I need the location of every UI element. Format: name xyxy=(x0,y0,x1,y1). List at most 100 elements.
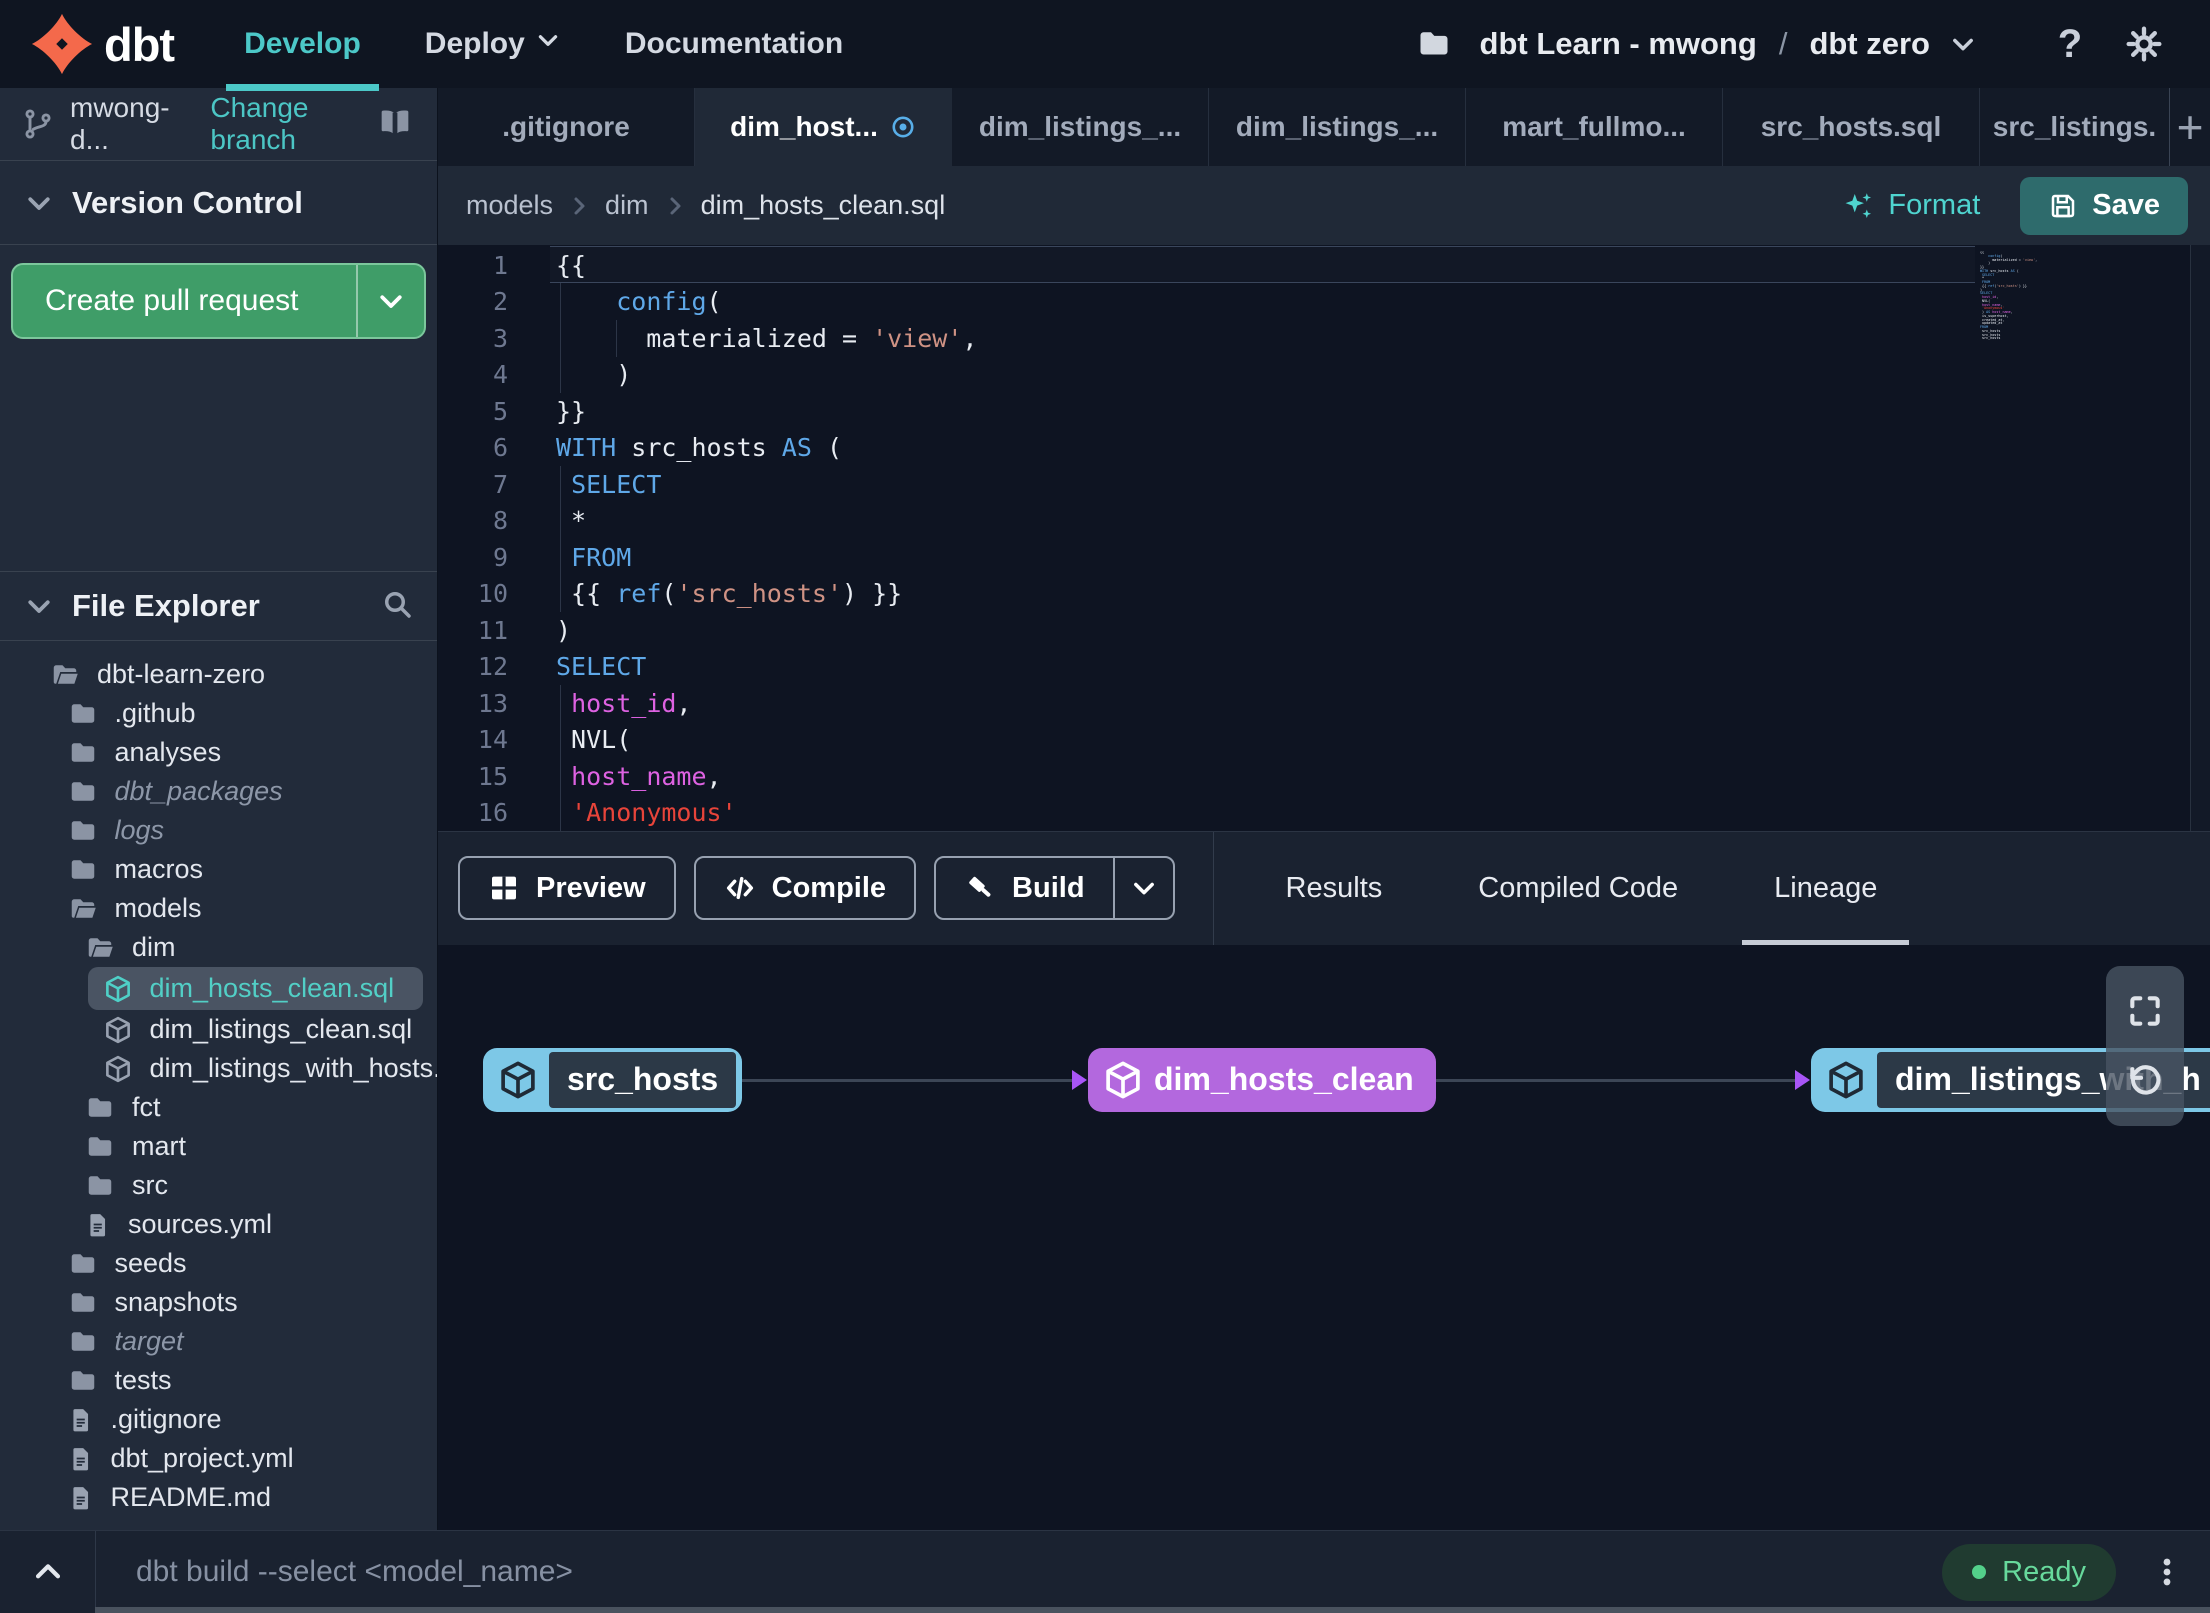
tab-dim-listings[interactable]: dim_listings_... xyxy=(952,88,1209,166)
code-line[interactable]: 14 NVL( xyxy=(438,722,2210,759)
code-line[interactable]: 10 {{ ref('src_hosts') }} xyxy=(438,576,2210,613)
search-icon[interactable] xyxy=(381,588,413,625)
code-line[interactable]: 15 host_name, xyxy=(438,758,2210,795)
compile-button[interactable]: Compile xyxy=(693,856,917,920)
refresh-icon[interactable] xyxy=(2126,1062,2164,1100)
git-branch-icon xyxy=(22,108,54,140)
file-tree-item-sources-yml[interactable]: sources.yml xyxy=(0,1205,437,1244)
preview-button-main[interactable]: Preview xyxy=(460,872,674,905)
dbt-logo[interactable]: dbt xyxy=(30,12,175,76)
file-tree-item-seeds[interactable]: seeds xyxy=(0,1244,437,1283)
nav-item-develop[interactable]: Develop xyxy=(226,0,379,91)
code-text: {{ xyxy=(556,250,587,280)
project-name: dbt zero xyxy=(1809,26,1930,61)
code-line[interactable]: 5}} xyxy=(438,393,2210,430)
code-line[interactable]: 2 config( xyxy=(438,284,2210,321)
file-tree-item-dbt-learn-zero[interactable]: dbt-learn-zero xyxy=(0,655,437,694)
file-tree-item-dim-listings-with-hosts[interactable]: dim_listings_with_hosts... xyxy=(0,1049,437,1088)
code-line[interactable]: 3 materialized = 'view', xyxy=(438,320,2210,357)
tab-src-listings[interactable]: src_listings. xyxy=(1980,88,2170,166)
create-pull-request-button[interactable]: Create pull request xyxy=(11,263,426,339)
lineage-node-dim-hosts-clean[interactable]: dim_hosts_clean xyxy=(1088,1047,1436,1112)
new-tab-button[interactable]: + xyxy=(2170,88,2210,166)
code-line[interactable]: 9 FROM xyxy=(438,539,2210,576)
nav-item-deploy[interactable]: Deploy xyxy=(425,0,561,88)
file-tree-item-dim-listings-clean-sql[interactable]: dim_listings_clean.sql xyxy=(0,1010,437,1049)
fullscreen-icon[interactable] xyxy=(2126,992,2164,1030)
version-control-header[interactable]: Version Control xyxy=(0,161,437,245)
format-button[interactable]: Format xyxy=(1842,189,1980,223)
save-button[interactable]: Save xyxy=(2020,176,2188,235)
editor-scrollbar[interactable] xyxy=(2190,245,2210,831)
project-selector[interactable]: dbt Learn - mwong / dbt zero xyxy=(1480,26,1980,62)
editor-minimap[interactable]: {{ config( materialized = 'view', )}} WIT… xyxy=(1980,251,2038,341)
status-badge: Ready xyxy=(1942,1543,2116,1601)
cube-icon xyxy=(1825,1059,1867,1101)
status-text: Ready xyxy=(2002,1555,2086,1588)
file-tree-item-src[interactable]: src xyxy=(0,1166,437,1205)
code-line[interactable]: 7 SELECT xyxy=(438,466,2210,503)
line-number: 15 xyxy=(477,761,508,791)
file-tree-item-dbt-packages[interactable]: dbt_packages xyxy=(0,772,437,811)
file-tree-item-dbt-project-yml[interactable]: dbt_project.yml xyxy=(0,1439,437,1478)
file-tree-item-macros[interactable]: macros xyxy=(0,850,437,889)
nav-item-documentation[interactable]: Documentation xyxy=(625,0,843,88)
tab-src-hosts-sql[interactable]: src_hosts.sql xyxy=(1723,88,1980,166)
file-tree-item-dim[interactable]: dim xyxy=(0,928,437,967)
code-line[interactable]: 4 ) xyxy=(438,357,2210,394)
lineage-edge xyxy=(1435,1078,1799,1082)
file-tree-item-target[interactable]: target xyxy=(0,1322,437,1361)
file-tree-item-fct[interactable]: fct xyxy=(0,1088,437,1127)
file-tree-item-gitignore[interactable]: .gitignore xyxy=(0,1400,437,1439)
code-text: 'Anonymous' xyxy=(571,798,737,828)
tab-dim-host[interactable]: dim_host... xyxy=(695,88,952,166)
build-button-main[interactable]: Build xyxy=(936,872,1113,905)
dbt-logo-icon xyxy=(31,13,93,75)
preview-button[interactable]: Preview xyxy=(458,856,676,920)
docs-book-icon[interactable] xyxy=(379,106,411,143)
code-line[interactable]: 1 {{ xyxy=(438,247,2210,284)
change-branch-link[interactable]: Change branch xyxy=(210,92,363,156)
code-line[interactable]: 13 host_id, xyxy=(438,685,2210,722)
file-tree-item-readme-md[interactable]: README.md xyxy=(0,1478,437,1517)
panel-tab-compiled-code[interactable]: Compiled Code xyxy=(1478,832,1678,945)
file-tree-item-label: dbt_packages xyxy=(114,776,283,806)
horizontal-scrollbar[interactable] xyxy=(95,1607,2210,1613)
build-options-button[interactable] xyxy=(1115,874,1173,902)
file-tree-item-logs[interactable]: logs xyxy=(0,811,437,850)
lineage-node-src-hosts[interactable]: src_hosts xyxy=(483,1047,743,1112)
code-line[interactable]: 11) xyxy=(438,612,2210,649)
compile-button-main[interactable]: Compile xyxy=(696,872,914,905)
help-button[interactable]: ? xyxy=(2042,16,2098,72)
expand-command-bar-button[interactable] xyxy=(0,1555,95,1589)
button-label: Compile xyxy=(771,871,887,904)
code-line[interactable]: 8 * xyxy=(438,503,2210,540)
build-button[interactable]: Build xyxy=(934,856,1175,920)
tab-mart-fullmo[interactable]: mart_fullmo... xyxy=(1466,88,1723,166)
file-tree-item-dim-hosts-clean-sql[interactable]: dim_hosts_clean.sql xyxy=(87,967,423,1010)
code-editor[interactable]: 1{{2 config(3 materialized = 'view', 4 ) 5… xyxy=(438,245,2210,831)
create-pull-request-label[interactable]: Create pull request xyxy=(13,265,356,337)
pull-request-options-button[interactable] xyxy=(358,265,424,337)
node-label-box: src_hosts xyxy=(549,1051,737,1108)
tab-dim-listings[interactable]: dim_listings_... xyxy=(1209,88,1466,166)
kebab-menu-button[interactable] xyxy=(2150,1555,2184,1589)
command-input[interactable]: dbt build --select <model_name> xyxy=(136,1555,1942,1589)
cube-icon xyxy=(103,1015,133,1045)
folder-open-icon xyxy=(85,933,115,963)
code-line[interactable]: 12 SELECT xyxy=(438,649,2210,686)
file-explorer-header[interactable]: File Explorer xyxy=(0,571,437,641)
folder-icon xyxy=(68,816,98,846)
settings-gear-button[interactable] xyxy=(2116,16,2172,72)
file-tree-item-mart[interactable]: mart xyxy=(0,1127,437,1166)
panel-tab-results[interactable]: Results xyxy=(1286,832,1383,945)
file-tree-item-snapshots[interactable]: snapshots xyxy=(0,1283,437,1322)
code-line[interactable]: 6 WITH src_hosts AS ( xyxy=(438,430,2210,467)
tab-gitignore[interactable]: .gitignore xyxy=(438,88,695,166)
file-tree-item-analyses[interactable]: analyses xyxy=(0,733,437,772)
code-line[interactable]: 16 'Anonymous' xyxy=(438,795,2210,831)
file-tree-item-github[interactable]: .github xyxy=(0,694,437,733)
file-tree-item-models[interactable]: models xyxy=(0,889,437,928)
panel-tab-lineage[interactable]: Lineage xyxy=(1742,832,1910,945)
file-tree-item-tests[interactable]: tests xyxy=(0,1361,437,1400)
